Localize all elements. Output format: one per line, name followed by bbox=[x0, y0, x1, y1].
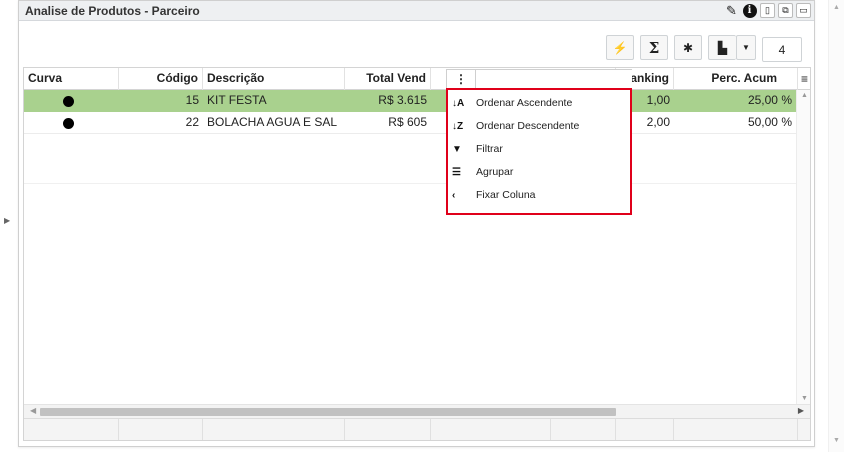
cell-codigo: 22 bbox=[185, 115, 199, 129]
gear-icon[interactable]: ✱ bbox=[674, 35, 702, 60]
data-grid: Curva Código Descrição Total Vend Rankin… bbox=[23, 67, 811, 441]
column-header-codigo[interactable]: Código bbox=[119, 68, 203, 90]
menu-item-label: Ordenar Ascendente bbox=[476, 97, 573, 109]
scroll-up-icon[interactable]: ▲ bbox=[801, 92, 808, 99]
grid-footer bbox=[24, 418, 810, 440]
panel-header: Analise de Produtos - Parceiro ✎ i ▯ ⧉ ▭ bbox=[19, 1, 814, 21]
panel-header-buttons: ✎ i ▯ ⧉ ▭ bbox=[724, 3, 811, 18]
scroll-down-icon[interactable]: ▼ bbox=[833, 437, 840, 444]
record-count: 4 bbox=[762, 37, 802, 62]
cell-total: R$ 3.615 bbox=[378, 93, 427, 107]
grid-horizontal-scrollbar[interactable]: ◀ ▶ bbox=[24, 404, 810, 418]
cell-perc: 50,00 % bbox=[747, 115, 792, 129]
filter-icon: ▼ bbox=[452, 143, 462, 155]
sort-descending-icon: ↓Z bbox=[452, 120, 464, 132]
chevron-down-icon[interactable]: ▼ bbox=[736, 35, 756, 60]
column-header-total[interactable]: Total Vend bbox=[345, 68, 431, 90]
grid-menu-icon[interactable]: ≡ bbox=[801, 72, 808, 86]
table-row[interactable]: 22 BOLACHA AGUA E SAL R$ 605 2,00 50,00 … bbox=[24, 112, 796, 134]
column-options-menu: ↓A Ordenar Ascendente ↓Z Ordenar Descend… bbox=[446, 88, 632, 215]
column-header-descricao[interactable]: Descrição bbox=[203, 68, 345, 90]
restore-icon[interactable]: ⧉ bbox=[778, 3, 793, 18]
pencil-icon[interactable]: ✎ bbox=[724, 3, 739, 18]
maximize-icon[interactable]: ▭ bbox=[796, 3, 811, 18]
grid-toolbar: ⚡ Σ ✱ ▙ ▼ 4 bbox=[606, 35, 802, 62]
menu-item-sort-descending[interactable]: ↓Z Ordenar Descendente bbox=[448, 115, 630, 137]
lightning-icon[interactable]: ⚡ bbox=[606, 35, 634, 60]
row-divider bbox=[24, 183, 796, 184]
curve-dot bbox=[63, 118, 74, 129]
scroll-down-icon[interactable]: ▼ bbox=[801, 395, 808, 402]
curve-dot bbox=[63, 96, 74, 107]
horizontal-scroll-thumb[interactable] bbox=[40, 408, 616, 416]
footer-cell bbox=[203, 419, 345, 440]
chevron-left-icon: ‹ bbox=[452, 189, 456, 201]
grid-header: Curva Código Descrição Total Vend Rankin… bbox=[24, 68, 810, 90]
scroll-up-icon[interactable]: ▲ bbox=[833, 4, 840, 11]
footer-cell bbox=[431, 419, 551, 440]
footer-cell bbox=[674, 419, 798, 440]
footer-cell bbox=[119, 419, 203, 440]
export-button-group: ▙ ▼ bbox=[708, 35, 756, 60]
sort-ascending-icon: ↓A bbox=[452, 97, 465, 109]
menu-item-label: Agrupar bbox=[476, 166, 514, 178]
cell-descricao: BOLACHA AGUA E SAL bbox=[207, 115, 338, 129]
group-icon: ☰ bbox=[452, 166, 461, 178]
menu-item-label: Fixar Coluna bbox=[476, 189, 536, 201]
column-header-curva[interactable]: Curva bbox=[24, 68, 119, 90]
menu-item-group[interactable]: ☰ Agrupar bbox=[448, 161, 630, 183]
scroll-left-icon[interactable]: ◀ bbox=[30, 406, 36, 415]
footer-cell bbox=[551, 419, 616, 440]
cell-perc: 25,00 % bbox=[747, 93, 792, 107]
info-icon-glyph: i bbox=[742, 3, 757, 18]
panel-title: Analise de Produtos - Parceiro bbox=[25, 4, 200, 18]
footer-cell bbox=[345, 419, 431, 440]
analysis-panel: Analise de Produtos - Parceiro ✎ i ▯ ⧉ ▭… bbox=[18, 0, 815, 447]
app-window: ▶ Analise de Produtos - Parceiro ✎ i ▯ ⧉… bbox=[0, 0, 844, 452]
column-menu-trigger[interactable]: ⋮ bbox=[446, 69, 476, 89]
scroll-right-icon[interactable]: ▶ bbox=[798, 406, 804, 415]
page-vertical-scrollbar[interactable]: ▲ ▼ bbox=[828, 0, 844, 452]
menu-item-label: Ordenar Descendente bbox=[476, 120, 580, 132]
cell-descricao: KIT FESTA bbox=[207, 93, 267, 107]
expand-left-icon[interactable]: ▶ bbox=[4, 216, 10, 225]
table-row[interactable]: 15 KIT FESTA R$ 3.615 1,00 25,00 % bbox=[24, 90, 796, 112]
column-menu-header-ext bbox=[476, 69, 632, 89]
cell-total: R$ 605 bbox=[388, 115, 427, 129]
footer-cell bbox=[616, 419, 674, 440]
column-header-perc[interactable]: Perc. Acum bbox=[674, 68, 798, 90]
info-icon[interactable]: i bbox=[742, 3, 757, 18]
menu-item-sort-ascending[interactable]: ↓A Ordenar Ascendente bbox=[448, 92, 630, 114]
sidebar-toggle-icon[interactable]: ▯ bbox=[760, 3, 775, 18]
menu-item-filter[interactable]: ▼ Filtrar bbox=[448, 138, 630, 160]
footer-cell bbox=[24, 419, 119, 440]
cell-codigo: 15 bbox=[185, 93, 199, 107]
sigma-icon[interactable]: Σ bbox=[640, 35, 668, 60]
grid-vertical-scrollbar[interactable]: ▲ ▼ bbox=[796, 90, 810, 404]
menu-item-pin-column[interactable]: ‹ Fixar Coluna bbox=[448, 184, 630, 206]
menu-item-label: Filtrar bbox=[476, 143, 503, 155]
export-icon[interactable]: ▙ bbox=[708, 35, 736, 60]
